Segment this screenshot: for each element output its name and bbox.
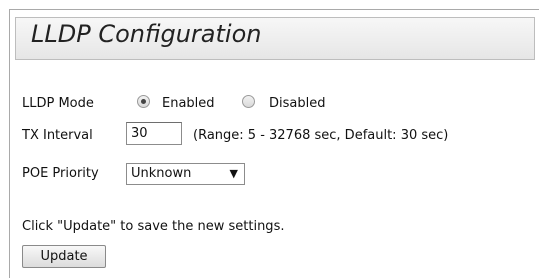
tx-interval-hint: (Range: 5 - 32768 sec, Default: 30 sec) — [193, 128, 449, 143]
lldp-mode-label: LLDP Mode — [22, 96, 94, 111]
lldp-mode-disabled-label: Disabled — [269, 96, 326, 111]
lldp-mode-enabled-label: Enabled — [162, 96, 215, 111]
chevron-down-icon: ▼ — [229, 167, 238, 180]
page-title: LLDP Configuration — [31, 20, 262, 48]
update-instruction: Click "Update" to save the new settings. — [22, 219, 285, 234]
panel-header: LLDP Configuration — [15, 17, 535, 60]
poe-priority-label: POE Priority — [22, 166, 99, 181]
poe-priority-selected-value: Unknown — [131, 166, 192, 181]
tx-interval-input[interactable]: 30 — [126, 122, 182, 145]
poe-priority-select[interactable]: Unknown ▼ — [126, 163, 245, 185]
lldp-mode-enabled-radio[interactable] — [137, 95, 150, 108]
lldp-mode-disabled-radio[interactable] — [242, 95, 255, 108]
update-button[interactable]: Update — [22, 245, 106, 268]
tx-interval-label: TX Interval — [22, 128, 93, 143]
